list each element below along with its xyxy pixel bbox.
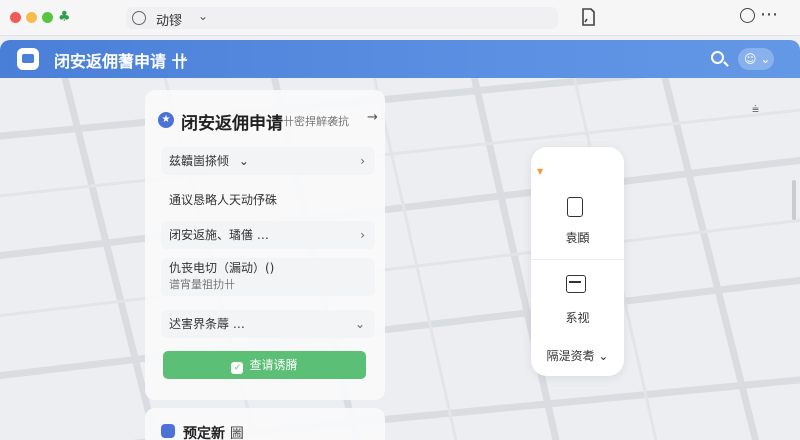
location-selector[interactable]: 动镠 ⌄ [126, 7, 558, 29]
close-window-button[interactable] [10, 12, 21, 23]
card-subtitle[interactable]: 卄密捍觪袭抗 [283, 113, 349, 129]
search-icon[interactable] [711, 51, 724, 64]
form-row-text: 仇丧电切（漏动）() [169, 261, 275, 275]
scrollbar[interactable] [792, 180, 796, 220]
chevron-down-icon: ⌄ [198, 9, 209, 23]
minimize-window-button[interactable] [26, 12, 37, 23]
tool-button-b[interactable]: 系视 [531, 267, 624, 339]
form-row-2[interactable]: 通议恳略人天动伃硃 [161, 186, 375, 214]
user-menu-button[interactable]: ☺ ⌄ [738, 48, 774, 70]
form-row-3[interactable]: 闭安返施、璚僐 … › [161, 221, 375, 249]
chevron-down-icon: ⌄ [354, 317, 365, 331]
chevron-right-icon: › [360, 228, 365, 242]
secondary-card-title-text: 预定新 [183, 426, 225, 440]
secondary-card-suffix: 圌 [229, 426, 244, 440]
form-row-5[interactable]: 迖害界条蓐 … ⌄ [161, 310, 375, 338]
shield-check-icon: ✓ [231, 362, 244, 374]
chevron-down-icon: ⌄ [760, 52, 771, 66]
user-icon: ☺ [744, 52, 757, 66]
app-favicon-icon: ♣ [58, 9, 71, 25]
form-row-subtext: 谱宵量祖扐卄 [169, 278, 235, 291]
form-row-text: 通议恳略人天动伃硃 [169, 193, 278, 207]
secondary-card-title: 预定新 圌 [183, 423, 244, 440]
window-titlebar: ♣ 动镠 ⌄ ⋯ [0, 0, 800, 36]
app-title-text: 闭安返佣蓍申请 [54, 52, 167, 71]
document-icon[interactable] [581, 8, 595, 26]
submit-button[interactable]: ✓ 查请诱膌 [163, 351, 366, 379]
arrow-right-icon[interactable]: → [367, 110, 378, 125]
form-row-text: 兹韥崮搽倾 [169, 154, 230, 168]
location-text: 动镠 [156, 14, 183, 29]
location-icon [132, 11, 146, 25]
submit-button-label: 查请诱膌 [249, 358, 298, 372]
chevron-down-icon[interactable]: ⌄ [178, 49, 189, 64]
card-title: 闭安返佣申请 [181, 114, 283, 134]
document-icon [161, 424, 175, 438]
more-dropdown[interactable]: 隔湜资耈 ⌄ [531, 347, 624, 364]
form-row-text: 迖害界条蓐 … [169, 317, 245, 331]
more-options-icon[interactable]: ⋯ [760, 4, 779, 25]
form-row-1[interactable]: 兹韥崮搽倾 ⌄ › [161, 147, 375, 175]
map-background[interactable] [0, 78, 800, 440]
tool-button-b-label: 系视 [565, 311, 590, 325]
app-header: 闭安返佣蓍申请 卄 ⌄ ☺ ⌄ [0, 40, 800, 78]
chevron-down-icon: ⌄ [598, 349, 609, 363]
secondary-card[interactable]: 预定新 圌 [145, 408, 385, 440]
divider [531, 259, 624, 260]
document-icon [567, 197, 583, 217]
filter-icon[interactable]: ⩧ [752, 102, 759, 117]
floating-tool-panel: ▼ 袁頥 系视 隔湜资耈 ⌄ [531, 147, 624, 376]
more-dropdown-label: 隔湜资耈 [546, 349, 595, 363]
status-circle-icon[interactable] [740, 8, 755, 23]
pin-icon: ▼ [537, 167, 544, 176]
zoom-window-button[interactable] [42, 12, 53, 23]
printer-icon [566, 275, 586, 293]
tool-button-a-label: 袁頥 [565, 231, 590, 245]
form-row-label: 兹韥崮搽倾 ⌄ [169, 147, 249, 175]
form-row-4[interactable]: 仇丧电切（漏动）() 谱宵量祖扐卄 [161, 258, 375, 296]
app-logo-icon [17, 48, 39, 70]
app-title[interactable]: 闭安返佣蓍申请 卄 [54, 48, 188, 72]
form-row-text: 闭安返施、璚僐 … [169, 228, 269, 242]
chevron-down-icon: ⌄ [238, 154, 249, 168]
star-icon: ★ [158, 112, 174, 128]
chevron-right-icon: › [360, 154, 365, 168]
tool-button-a[interactable]: 袁頥 [531, 187, 624, 259]
